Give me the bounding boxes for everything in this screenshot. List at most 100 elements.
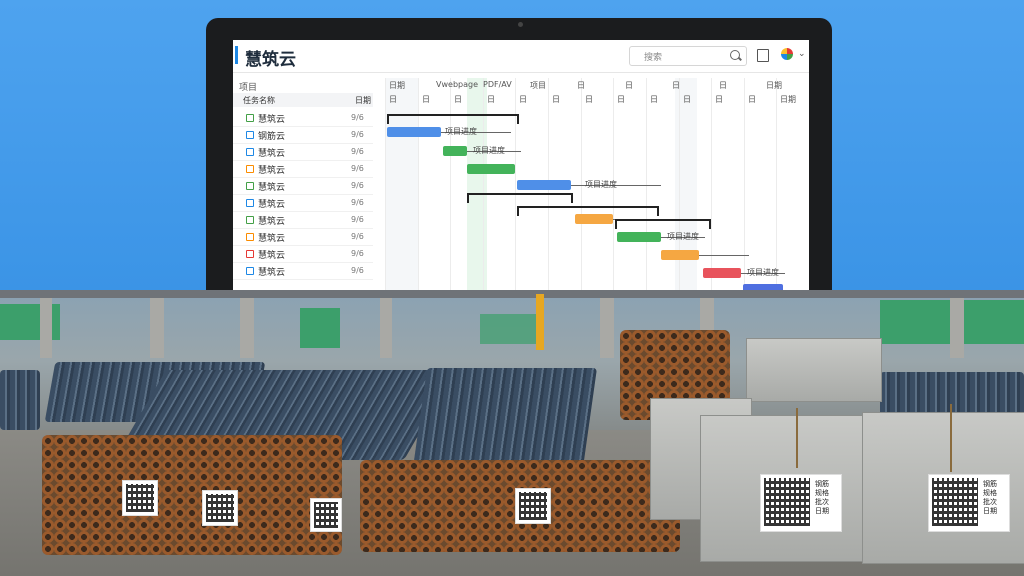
gantt-day-header: 日 <box>389 95 397 104</box>
search-placeholder: 搜索 <box>644 53 663 63</box>
list-item[interactable]: 慧筑云 9/6 <box>233 195 373 212</box>
gantt-period-header: PDF/AV <box>483 80 512 89</box>
task-bar[interactable] <box>703 268 741 278</box>
building-slab <box>0 290 1024 298</box>
rebar-bundle <box>0 370 40 430</box>
book-icon[interactable] <box>757 49 769 62</box>
gantt-day-header: 日 <box>519 95 527 104</box>
task-date: 9/6 <box>351 215 364 224</box>
gantt-period-header: Vwebpage <box>436 80 478 89</box>
qr-label-card[interactable]: 钢筋 规格 批次 日期 <box>928 474 1010 532</box>
task-name: 慧筑云 <box>258 268 286 278</box>
list-item[interactable]: 慧筑云 9/6 <box>233 144 373 161</box>
rope-tie <box>796 408 798 468</box>
gantt-gridline <box>711 78 712 290</box>
task-bar[interactable] <box>661 250 699 260</box>
qr-code-tag[interactable] <box>122 480 158 516</box>
gantt-gridline <box>450 78 451 290</box>
gantt-gridline <box>483 78 484 290</box>
list-item[interactable]: 慧筑云 9/6 <box>233 161 373 178</box>
gantt-day-header: 日 <box>454 95 462 104</box>
gantt-period-header: 日 <box>672 81 680 90</box>
task-bar[interactable] <box>575 214 613 224</box>
task-name: 慧筑云 <box>258 149 286 159</box>
concrete-column <box>240 298 254 358</box>
concrete-column <box>150 298 164 358</box>
gantt-weekend-shade <box>385 78 419 290</box>
task-name: 慧筑云 <box>258 115 286 125</box>
task-date: 9/6 <box>351 113 364 122</box>
task-date: 9/6 <box>351 147 364 156</box>
task-date: 9/6 <box>351 181 364 190</box>
gantt-period-header: 日 <box>719 81 727 90</box>
column-date-header: 日期 <box>355 96 371 105</box>
gantt-day-header: 日 <box>748 95 756 104</box>
gantt-period-header: 日 <box>625 81 633 90</box>
concrete-column <box>40 298 52 358</box>
task-name: 慧筑云 <box>258 234 286 244</box>
bar-label: 项目进度 <box>585 180 617 189</box>
gantt-period-header: 日期 <box>766 81 782 90</box>
gantt-gridline <box>385 78 386 290</box>
search-input[interactable]: 搜索 <box>629 46 747 66</box>
avatar[interactable] <box>781 48 793 60</box>
concrete-column <box>600 298 614 358</box>
brand-accent <box>235 46 238 64</box>
gantt-period-header: 项目 <box>530 81 546 90</box>
rebar-ends <box>42 435 342 555</box>
rope-tie <box>950 404 952 472</box>
qr-code-tag[interactable] <box>310 498 342 532</box>
camera-dot <box>518 22 523 27</box>
task-date: 9/6 <box>351 198 364 207</box>
task-status-icon <box>246 199 254 207</box>
chevron-down-icon[interactable]: ⌄ <box>798 49 806 59</box>
task-status-icon <box>246 250 254 258</box>
task-bar[interactable] <box>467 164 515 174</box>
task-name: 钢筋云 <box>258 132 286 142</box>
list-item[interactable]: 钢筋云 9/6 <box>233 127 373 144</box>
gantt-today-column <box>467 78 487 290</box>
qr-code-tag[interactable] <box>515 488 551 524</box>
task-date: 9/6 <box>351 266 364 275</box>
concrete-column <box>950 298 964 358</box>
qr-label-text: 钢筋 规格 批次 日期 <box>815 480 829 515</box>
concrete-block-stack <box>746 338 882 402</box>
dependency-link <box>699 255 749 256</box>
qr-code-tag[interactable] <box>202 490 238 526</box>
task-bar[interactable] <box>617 232 661 242</box>
safety-net <box>300 308 340 348</box>
list-item[interactable]: 慧筑云 9/6 <box>233 263 373 280</box>
list-item[interactable]: 慧筑云 9/6 <box>233 212 373 229</box>
task-status-icon <box>246 216 254 224</box>
task-status-icon <box>246 165 254 173</box>
task-bar[interactable] <box>387 127 441 137</box>
list-item[interactable]: 慧筑云 9/6 <box>233 229 373 246</box>
task-status-icon <box>246 131 254 139</box>
bar-label: 项目进度 <box>747 268 779 277</box>
task-date: 9/6 <box>351 130 364 139</box>
list-column-header: 任务名称 日期 <box>233 93 373 107</box>
task-date: 9/6 <box>351 232 364 241</box>
search-icon[interactable] <box>730 50 740 60</box>
gantt-day-header: 日 <box>617 95 625 104</box>
task-bar[interactable] <box>517 180 571 190</box>
gantt-day-header: 日 <box>715 95 723 104</box>
list-item[interactable]: 慧筑云 9/6 <box>233 246 373 263</box>
qr-label-card[interactable]: 钢筋 规格 批次 日期 <box>760 474 842 532</box>
task-status-icon <box>246 182 254 190</box>
gantt-day-header: 日 <box>422 95 430 104</box>
list-item[interactable]: 慧筑云 9/6 <box>233 178 373 195</box>
gantt-gridline <box>515 78 516 290</box>
safety-net <box>480 314 540 344</box>
bar-label: 项目进度 <box>667 232 699 241</box>
task-name: 慧筑云 <box>258 166 286 176</box>
task-status-icon <box>246 233 254 241</box>
rebar-bundle <box>412 368 598 468</box>
list-item[interactable]: 慧筑云 9/6 <box>233 110 373 127</box>
bar-label: 项目进度 <box>445 127 477 136</box>
crane-mast <box>536 294 544 350</box>
task-bar[interactable] <box>443 146 467 156</box>
task-status-icon <box>246 267 254 275</box>
gantt-chart: 日日日日日日日日日日日日日期 日期 Vwebpage PDF/AV 项目日日日日日期 项… <box>385 78 809 290</box>
gantt-period-header: 日期 <box>389 81 405 90</box>
